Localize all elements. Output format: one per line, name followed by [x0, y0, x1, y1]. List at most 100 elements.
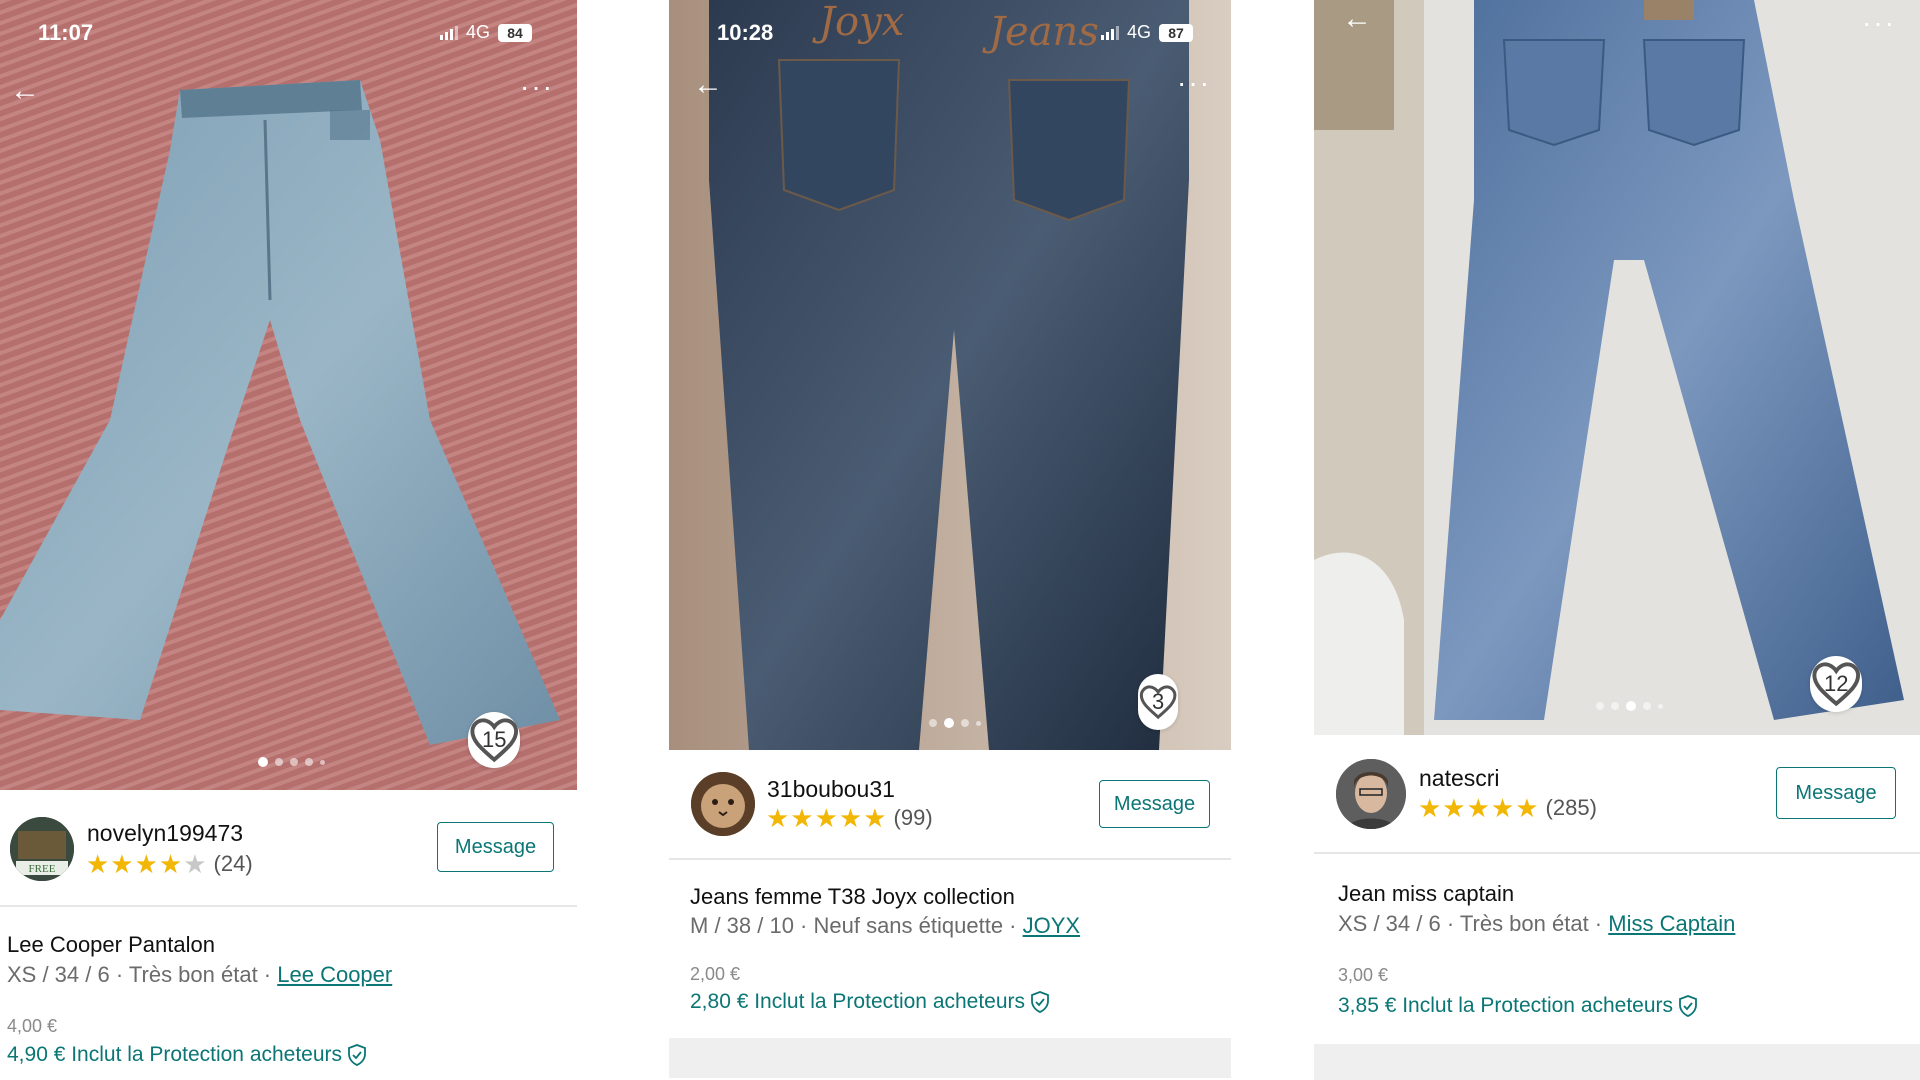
jeans-photo-illustration [0, 0, 577, 790]
carousel-dots [929, 718, 981, 728]
seller-row: natescri ★★★★★ (285) Message [1314, 745, 1920, 845]
item-details-text: M / 38 / 10 · Neuf sans étiquette · [690, 913, 1023, 938]
jeans-photo-illustration: Joyx Jeans [669, 0, 1231, 750]
network-type: 4G [1127, 22, 1152, 42]
price-with-protection[interactable]: 2,80 € Inclut la Protection acheteurs [690, 990, 1049, 1014]
item-details: XS / 34 / 6 · Très bon état · Miss Capta… [1338, 911, 1735, 937]
item-details-text: XS / 34 / 6 · Très bon état · [7, 962, 278, 987]
seller-name[interactable]: novelyn199473 [87, 820, 243, 847]
carousel-dot [944, 718, 954, 728]
battery-icon: 84 [498, 23, 533, 42]
avatar[interactable] [691, 772, 755, 836]
carousel-dot [1643, 702, 1651, 710]
avatar-image: FREE [10, 817, 74, 881]
heart-icon [1812, 662, 1861, 707]
item-details: M / 38 / 10 · Neuf sans étiquette · JOYX [690, 913, 1080, 939]
carousel-dot [275, 758, 283, 766]
price-with-protection[interactable]: 3,85 € Inclut la Protection acheteurs [1338, 994, 1697, 1018]
status-bar: 10:28 4G 87 [669, 0, 1231, 60]
brand-link[interactable]: Lee Cooper [277, 962, 392, 987]
status-indicators: 4G 84 [440, 22, 533, 43]
seller-name[interactable]: natescri [1419, 765, 1500, 792]
carousel-dot [1611, 702, 1619, 710]
favorite-button[interactable]: 3 [1138, 674, 1179, 730]
rating-stars: ★★★★★ [1418, 793, 1540, 823]
status-time: 11:07 [38, 20, 94, 45]
signal-icon [1101, 25, 1119, 40]
seller-rating: ★★★★★ (99) [766, 805, 933, 831]
seller-rating: ★★★★★ (285) [1418, 795, 1597, 821]
listing-panel-2: Joyx Jeans 10:28 4G 87 ← ··· 3 31boubou3… [669, 0, 1231, 1080]
rating-count: (99) [893, 805, 933, 830]
divider [0, 905, 577, 907]
carousel-dot [1626, 701, 1636, 711]
item-price: 4,00 € [7, 1016, 58, 1036]
brand-link[interactable]: Miss Captain [1608, 911, 1735, 936]
avatar[interactable] [1336, 759, 1406, 829]
shield-check-icon [1031, 991, 1049, 1013]
back-arrow-icon[interactable]: ← [691, 70, 725, 104]
rating-count: (285) [1545, 795, 1597, 820]
bottom-strip [1314, 1044, 1920, 1080]
item-price: 2,00 € [690, 964, 741, 984]
status-indicators: 4G 87 [1101, 22, 1194, 43]
seller-name[interactable]: 31boubou31 [767, 776, 895, 803]
item-photo[interactable]: 11:07 4G 84 ← ··· 15 [0, 0, 577, 790]
back-arrow-icon[interactable]: ← [8, 76, 42, 110]
item-details-text: XS / 34 / 6 · Très bon état · [1338, 911, 1609, 936]
more-icon[interactable]: ··· [1177, 69, 1217, 98]
shield-check-icon [1679, 995, 1697, 1017]
carousel-dot [976, 720, 981, 726]
price-with-protection[interactable]: 4,90 € Inclut la Protection acheteurs [7, 1043, 366, 1067]
item-title: Jean miss captain [1338, 881, 1515, 906]
signal-icon [440, 25, 458, 40]
carousel-dots [1596, 701, 1663, 711]
carousel-dot [929, 719, 937, 727]
favorite-button[interactable]: 15 [468, 712, 521, 768]
price-with-protection-text: 4,90 € Inclut la Protection acheteurs [7, 1043, 343, 1066]
message-button[interactable]: Message [1099, 780, 1210, 828]
listing-panel-1: 11:07 4G 84 ← ··· 15 FREE novelyn199473 … [0, 0, 577, 1080]
avatar-image [1336, 759, 1406, 829]
seller-row: FREE novelyn199473 ★★★★★ (24) Message [0, 800, 577, 900]
divider [1314, 852, 1920, 854]
rating-count: (24) [213, 851, 253, 876]
rating-stars: ★★★★★ [766, 803, 888, 833]
item-photo[interactable]: Joyx Jeans 10:28 4G 87 ← ··· 3 [669, 0, 1231, 750]
battery-icon: 87 [1159, 23, 1194, 42]
bottom-strip [669, 1038, 1231, 1078]
avatar-text: FREE [29, 863, 56, 875]
carousel-dot [1658, 703, 1663, 709]
divider [669, 858, 1231, 860]
price-with-protection-text: 2,80 € Inclut la Protection acheteurs [690, 990, 1026, 1013]
heart-icon [1139, 685, 1177, 720]
carousel-dot [1596, 702, 1604, 710]
item-title: Lee Cooper Pantalon [7, 932, 215, 957]
heart-icon [470, 718, 519, 763]
rating-stars: ★★★★★ [86, 849, 208, 879]
seller-rating: ★★★★★ (24) [86, 851, 253, 877]
item-photo[interactable]: ← ··· 12 [1314, 0, 1920, 735]
back-arrow-icon[interactable]: ← [1340, 4, 1374, 38]
favorite-button[interactable]: 12 [1810, 656, 1863, 712]
network-type: 4G [466, 22, 491, 42]
item-price: 3,00 € [1338, 965, 1389, 985]
shield-check-icon [348, 1044, 366, 1066]
brand-link[interactable]: JOYX [1023, 913, 1080, 938]
carousel-dot [290, 758, 298, 766]
message-button[interactable]: Message [437, 822, 554, 872]
message-button[interactable]: Message [1776, 767, 1896, 819]
item-details: XS / 34 / 6 · Très bon état · Lee Cooper [7, 962, 392, 988]
status-bar: 11:07 4G 84 [0, 0, 577, 60]
item-title: Jeans femme T38 Joyx collection [690, 884, 1015, 909]
price-with-protection-text: 3,85 € Inclut la Protection acheteurs [1338, 994, 1674, 1017]
status-time: 10:28 [717, 20, 774, 45]
carousel-dot [961, 719, 969, 727]
avatar[interactable]: FREE [10, 817, 74, 881]
carousel-dot [320, 759, 325, 765]
carousel-dot [305, 758, 313, 766]
avatar-image [691, 772, 755, 836]
more-icon[interactable]: ··· [520, 73, 560, 102]
carousel-dots [258, 757, 325, 767]
more-icon[interactable]: ··· [1862, 9, 1902, 38]
